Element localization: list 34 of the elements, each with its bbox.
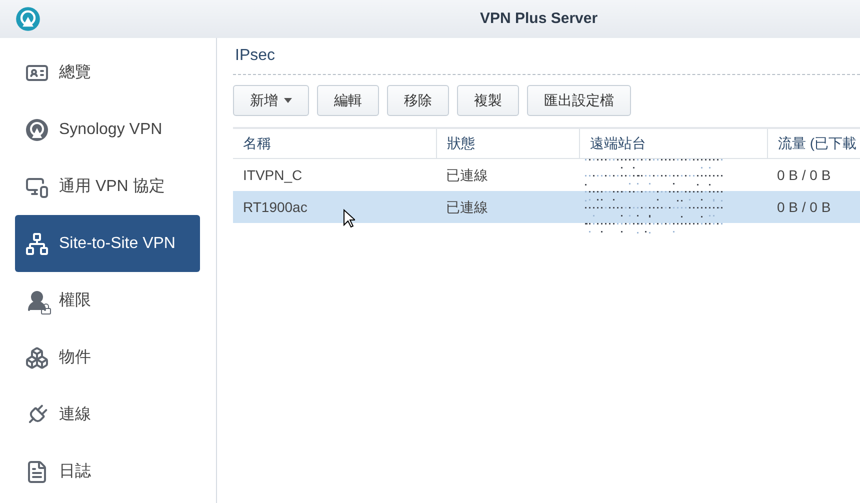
app-logo-icon: [15, 6, 41, 32]
table-cell-text: 已連線: [445, 198, 489, 216]
column-header[interactable]: 狀態: [436, 129, 579, 158]
table-cell-text: ITVPN_C: [243, 166, 302, 185]
column-header[interactable]: 流量 (已下載: [767, 129, 860, 158]
sidebar-item[interactable]: 權限: [15, 272, 200, 329]
table-row[interactable]: RT1900ac 已連線 0 B / 0 B: [233, 191, 860, 223]
sidebar-item[interactable]: Site-to-Site VPN: [15, 215, 200, 272]
sidebar-item[interactable]: 物件: [15, 329, 200, 386]
table-cell-text: 0 B / 0 B: [776, 198, 832, 216]
toolbar-button[interactable]: 編輯: [317, 85, 379, 116]
cubes-icon: [25, 346, 49, 370]
caret-icon: [284, 98, 292, 103]
toolbar-button[interactable]: 複製: [457, 85, 519, 116]
toolbar-button[interactable]: 新增: [233, 85, 309, 116]
table-cell-text: 0 B / 0 B: [776, 166, 832, 184]
user-lock-icon: [25, 288, 49, 312]
document-icon: [25, 460, 49, 484]
column-header[interactable]: 遠端站台: [579, 129, 767, 158]
table-cell-text: RT1900ac: [243, 198, 308, 216]
section-title: IPsec: [233, 38, 860, 75]
toolbar-button[interactable]: 移除: [387, 85, 449, 116]
mouse-cursor-icon: [343, 209, 355, 228]
vpn-logo-icon: [25, 118, 49, 142]
column-header[interactable]: 名稱: [233, 129, 436, 158]
table-cell-text: 已連線: [445, 166, 489, 184]
sidebar-item[interactable]: 連線: [15, 386, 200, 443]
sidebar-item[interactable]: 總覽: [15, 44, 200, 101]
network-icon: [25, 232, 49, 256]
sidebar-item[interactable]: 通用 VPN 協定: [15, 158, 200, 215]
toolbar-button[interactable]: 匯出設定檔: [527, 85, 631, 116]
sidebar-item[interactable]: Synology VPN: [15, 101, 200, 158]
sidebar-item[interactable]: 日誌: [15, 443, 200, 500]
window-title: VPN Plus Server: [480, 8, 598, 29]
